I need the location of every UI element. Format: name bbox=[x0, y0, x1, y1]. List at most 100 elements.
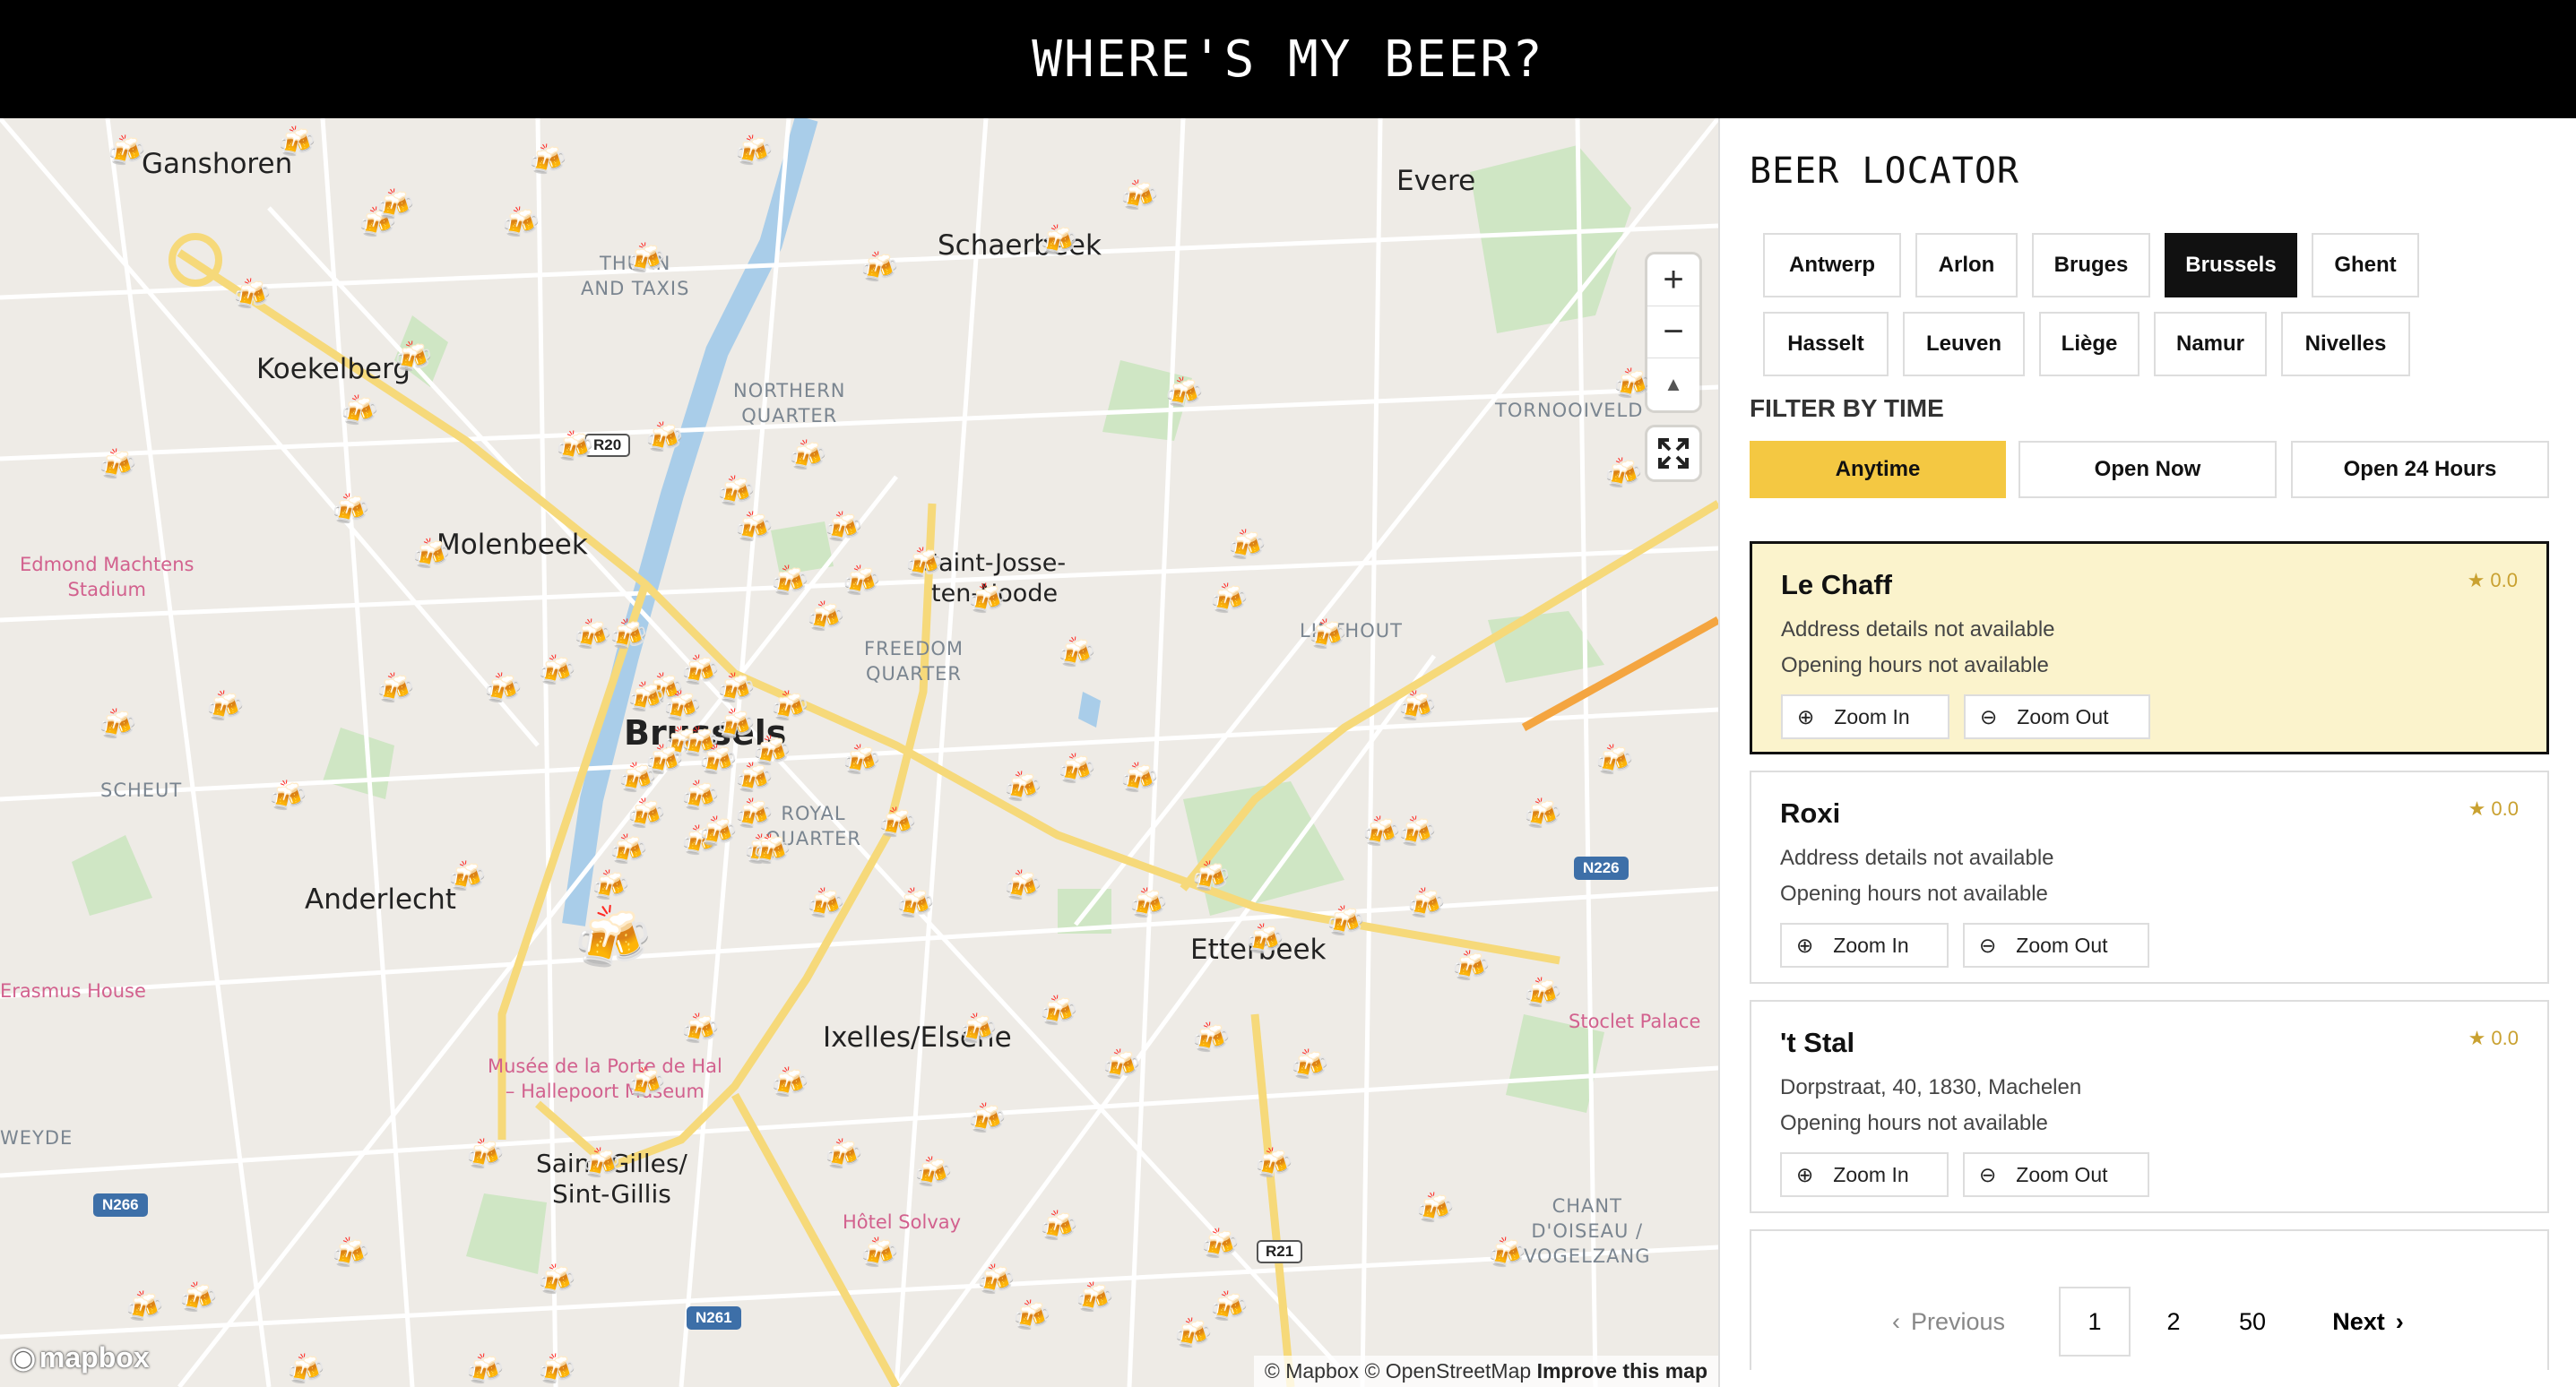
time-filter-open-24-hours[interactable]: Open 24 Hours bbox=[2291, 441, 2549, 498]
city-button-arlon[interactable]: Arlon bbox=[1915, 233, 2018, 297]
beer-mug-icon[interactable]: 🍻 bbox=[753, 835, 791, 866]
beer-mug-icon[interactable]: 🍻 bbox=[896, 889, 934, 919]
map-zoom-in-button[interactable]: + bbox=[1647, 254, 1699, 306]
beer-mug-icon[interactable]: 🍻 bbox=[681, 781, 719, 812]
beer-mug-icon[interactable]: 🍻 bbox=[735, 799, 773, 830]
beer-mug-icon[interactable]: 🍻 bbox=[1398, 817, 1436, 848]
beer-mug-icon[interactable]: 🍻 bbox=[1129, 889, 1167, 919]
zoom-in-button[interactable]: ⊕ Zoom In bbox=[1781, 694, 1949, 739]
beer-mug-icon[interactable]: 🍻 bbox=[771, 1068, 808, 1098]
beer-mug-icon[interactable]: 🍻 bbox=[412, 539, 450, 570]
beer-mug-icon[interactable]: 🍻 bbox=[627, 799, 665, 830]
beer-mug-icon[interactable]: 🍻 bbox=[1058, 638, 1095, 668]
beer-mug-icon[interactable]: 🍻 bbox=[681, 656, 719, 686]
beer-mug-icon[interactable]: 🍻 bbox=[502, 208, 540, 238]
beer-mug-icon[interactable]: 🍻 bbox=[717, 710, 755, 740]
city-button-bruges[interactable]: Bruges bbox=[2032, 233, 2150, 297]
beer-mug-icon[interactable]: 🍻 bbox=[977, 1265, 1015, 1296]
beer-mug-icon[interactable]: 🍻 bbox=[1524, 978, 1561, 1009]
beer-mug-icon[interactable]: 🍻 bbox=[1040, 226, 1077, 256]
beer-mug-icon[interactable]: 🍻 bbox=[206, 692, 244, 722]
beer-mug-icon[interactable]: 🍻 bbox=[717, 477, 755, 507]
beer-mug-icon[interactable]: 🍻 bbox=[1174, 1319, 1212, 1349]
beer-mug-icon[interactable]: 🍻 bbox=[1040, 1211, 1077, 1242]
beer-mug-icon[interactable]: 🍻 bbox=[1291, 1050, 1328, 1081]
beer-mug-icon[interactable]: 🍻 bbox=[843, 566, 880, 597]
beer-mug-icon[interactable]: 🍻 bbox=[99, 710, 136, 740]
beer-mug-icon[interactable]: 🍻 bbox=[1255, 1149, 1292, 1179]
pagination-previous[interactable]: ‹ Previous bbox=[1881, 1287, 2016, 1357]
beer-mug-icon[interactable]: 🍻 bbox=[825, 513, 862, 543]
city-button-ghent[interactable]: Ghent bbox=[2312, 233, 2419, 297]
mapbox-logo[interactable]: ◉ mapbox bbox=[11, 1340, 150, 1374]
beer-mug-icon[interactable]: 🍻 bbox=[1201, 1229, 1239, 1260]
beer-mug-icon[interactable]: 🍻 bbox=[466, 1355, 504, 1385]
beer-mug-icon[interactable]: 🍻 bbox=[1398, 692, 1436, 722]
beer-mug-icon[interactable]: 🍻 bbox=[574, 620, 611, 650]
beer-mug-icon[interactable]: 🍻 bbox=[1058, 754, 1095, 785]
zoom-in-button[interactable]: ⊕ Zoom In bbox=[1780, 923, 1949, 968]
pagination-next[interactable]: Next › bbox=[2319, 1287, 2417, 1357]
beer-mug-icon[interactable]: 🍻 bbox=[735, 136, 773, 167]
beer-mug-icon[interactable]: 🍻 bbox=[1228, 530, 1266, 561]
beer-mug-icon[interactable]: 🍻 bbox=[538, 656, 575, 686]
improve-map-link[interactable]: Improve this map bbox=[1537, 1359, 1707, 1383]
city-button-antwerp[interactable]: Antwerp bbox=[1763, 233, 1901, 297]
beer-mug-icon[interactable]: 🍻 bbox=[699, 817, 737, 848]
beer-mug-icon[interactable]: 🍻 bbox=[735, 513, 773, 543]
beer-mug-icon[interactable]: 🍻 bbox=[179, 1283, 217, 1314]
beer-mug-icon[interactable]: 🍻 bbox=[529, 145, 566, 176]
time-filter-open-now[interactable]: Open Now bbox=[2018, 441, 2277, 498]
beer-mug-icon[interactable]: 🍻 bbox=[1210, 584, 1248, 615]
beer-mug-icon[interactable]: 🍻 bbox=[278, 127, 316, 158]
beer-mug-icon[interactable]: 🍻 bbox=[466, 1140, 504, 1170]
beer-mug-icon[interactable]: 🍻 bbox=[1524, 799, 1561, 830]
beer-mug-icon[interactable]: 🍻 bbox=[108, 136, 145, 167]
beer-mug-icon[interactable]: 🍻 bbox=[959, 1014, 997, 1045]
beer-mug-icon[interactable]: 🍻 bbox=[332, 1238, 369, 1269]
compass-icon[interactable]: ▲ bbox=[1647, 358, 1699, 410]
beer-mug-icon[interactable]: 🍻 bbox=[376, 190, 414, 220]
city-button-nivelles[interactable]: Nivelles bbox=[2281, 312, 2410, 376]
beer-mug-icon[interactable]: 🍻 bbox=[968, 584, 1006, 615]
beer-mug-icon[interactable]: 🍻 bbox=[789, 441, 826, 471]
beer-mug-icon[interactable]: 🍻 bbox=[484, 674, 522, 704]
pagination-page[interactable]: 2 bbox=[2138, 1287, 2209, 1357]
beer-mug-icon[interactable]: 🍻 bbox=[1488, 1238, 1526, 1269]
city-button-namur[interactable]: Namur bbox=[2154, 312, 2267, 376]
beer-mug-icon[interactable]: 🍻 bbox=[1192, 1023, 1230, 1054]
beer-mug-icon[interactable]: 🍻 bbox=[556, 432, 593, 462]
beer-mug-icon[interactable]: 🍻 bbox=[269, 781, 307, 812]
time-filter-anytime[interactable]: Anytime bbox=[1750, 441, 2006, 498]
beer-mug-icon[interactable]: 🍻 bbox=[1040, 996, 1077, 1027]
beer-mug-icon[interactable]: 🍻 bbox=[771, 692, 808, 722]
beer-mug-icon[interactable]: 🍻 bbox=[627, 683, 665, 713]
beer-mug-icon[interactable]: 🍻 bbox=[1246, 925, 1284, 955]
beer-mug-icon[interactable]: 🍻 bbox=[1595, 745, 1633, 776]
beer-mug-icon[interactable]: 🍻 bbox=[663, 692, 701, 722]
beer-mug-icon[interactable]: 🍻 bbox=[860, 1238, 898, 1269]
city-button-brussels[interactable]: Brussels bbox=[2165, 233, 2297, 297]
beer-mug-icon[interactable]: 🍻 bbox=[1102, 1050, 1140, 1081]
beer-mug-icon[interactable]: 🍻 bbox=[1452, 952, 1490, 982]
beer-mug-icon[interactable]: 🍻 bbox=[914, 1158, 952, 1188]
attribution-mapbox-link[interactable]: © Mapbox bbox=[1265, 1359, 1359, 1383]
beer-mug-icon[interactable]: 🍻 bbox=[807, 602, 844, 633]
beer-mug-icon[interactable]: 🍻 bbox=[878, 808, 916, 839]
bar-card[interactable]: Roxi ★ 0.0 Address details not available … bbox=[1750, 771, 2549, 984]
beer-mug-icon[interactable]: 🍻 bbox=[1416, 1193, 1454, 1224]
beer-mug-icon[interactable]: 🍻 bbox=[699, 745, 737, 776]
beer-mug-icon[interactable]: 🍻 bbox=[1120, 181, 1158, 211]
map[interactable]: Ganshoren Koekelberg Molenbeek Anderlech… bbox=[0, 118, 1718, 1387]
beer-mug-icon[interactable]: 🍻 bbox=[287, 1355, 324, 1385]
beer-mug-icon[interactable]: 🍻 bbox=[843, 745, 880, 776]
zoom-out-button[interactable]: ⊖ Zoom Out bbox=[1964, 694, 2150, 739]
beer-mug-icon[interactable]: 🍻 bbox=[1165, 378, 1203, 409]
beer-mug-icon[interactable]: 🍻 bbox=[1210, 1292, 1248, 1322]
beer-mug-icon[interactable]: 🍻 bbox=[332, 495, 369, 525]
beer-mug-icon[interactable]: 🍻 bbox=[1076, 1283, 1113, 1314]
beer-mug-icon[interactable]: 🍻 bbox=[1004, 772, 1042, 803]
beer-mug-icon[interactable]: 🍻 bbox=[753, 737, 791, 767]
beer-mug-icon[interactable]: 🍻 bbox=[825, 1140, 862, 1170]
beer-mug-icon[interactable]: 🍻 bbox=[860, 253, 898, 283]
